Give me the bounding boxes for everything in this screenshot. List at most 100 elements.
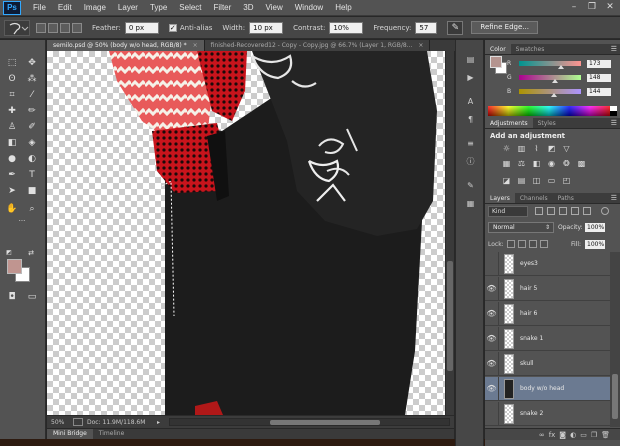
document-canvas[interactable] [47,51,445,415]
black-white-icon[interactable]: ◧ [531,159,542,169]
canvas-vertical-scrollbar[interactable] [445,51,454,415]
canvas-vertical-scroll-thumb[interactable] [447,261,453,371]
color-panel-fg-swatch[interactable] [490,56,502,68]
color-balance-icon[interactable]: ⚖ [516,159,527,169]
filter-shape-icon[interactable] [571,207,579,215]
blue-channel-slider[interactable] [519,89,581,97]
clone-stamp-tool-icon[interactable]: ♙ [4,120,20,135]
green-channel-value[interactable]: 148 [587,73,611,82]
layer-mask-icon[interactable]: ◙ [559,429,566,440]
color-lookup-icon[interactable]: ▩ [576,159,587,169]
lasso-tool-icon[interactable]: ʘ [4,72,20,87]
antialias-checkbox[interactable]: ✓ [168,23,177,32]
close-button[interactable]: ✕ [604,2,616,13]
quick-select-tool-icon[interactable]: ⁂ [24,72,40,87]
swap-colors-icon[interactable]: ⇄ [26,248,36,258]
filter-adjustment-icon[interactable] [547,207,555,215]
history-panel-icon[interactable]: ▤ [464,54,477,65]
dodge-tool-icon[interactable]: ◐ [24,152,40,167]
visibility-eye-icon[interactable]: 👁 [485,351,499,376]
layer-row[interactable]: 👁 hair 5 [485,276,610,301]
link-layers-icon[interactable]: ∞ [539,429,545,440]
rectangle-tool-icon[interactable]: ■ [24,184,40,199]
status-menu-arrow-icon[interactable]: ▸ [157,419,165,426]
close-tab-icon[interactable]: × [193,42,198,49]
more-tools-icon[interactable]: ··· [2,216,42,226]
red-channel-knob[interactable] [558,65,565,69]
spectrum-black-white[interactable] [610,106,617,116]
add-selection-icon[interactable] [48,22,58,33]
minimize-button[interactable]: – [568,2,580,13]
screen-mode-icon[interactable]: ▭ [24,290,40,305]
exposure-icon[interactable]: ◩ [546,144,557,154]
default-colors-icon[interactable]: ◩ [4,248,14,258]
blend-mode-select[interactable]: Normal ⇕ [488,222,554,233]
gradient-map-icon[interactable]: ▭ [546,176,557,186]
blue-channel-value[interactable]: 144 [587,87,611,96]
filter-pixel-icon[interactable] [535,207,543,215]
menu-view[interactable]: View [260,3,289,12]
frequency-input[interactable]: 57 [415,21,438,34]
tab-adjustments[interactable]: Adjustments [485,118,533,128]
refine-edge-button[interactable]: Refine Edge... [471,21,538,34]
menu-type[interactable]: Type [144,3,173,12]
brush-presets-icon[interactable]: ▦ [464,198,477,209]
tab-finished-recovered[interactable]: finished-Recovered12 - Copy - Copy.jpg @… [204,40,431,51]
menu-layer[interactable]: Layer [112,3,144,12]
new-layer-icon[interactable]: ❐ [591,429,597,440]
hue-saturation-icon[interactable]: ▦ [501,159,512,169]
red-channel-value[interactable]: 173 [587,59,611,68]
path-select-tool-icon[interactable]: ➤ [4,184,20,199]
canvas-horizontal-scroll-thumb[interactable] [270,420,380,425]
layer-style-icon[interactable]: fx [549,429,556,440]
tab-semilo-psd[interactable]: semilo.psd @ 50% (body w/o head, RGB/8) … [47,40,205,51]
tab-styles[interactable]: Styles [533,118,561,128]
pen-pressure-icon[interactable]: ✎ [447,20,464,35]
move-tool-icon[interactable]: ✥ [24,56,40,71]
blur-tool-icon[interactable]: ● [4,152,20,167]
levels-icon[interactable]: ▥ [516,144,527,154]
layers-panel-menu-icon[interactable]: ☰ [611,193,617,204]
layer-filter-kind[interactable]: Kind [488,206,528,217]
tab-channels[interactable]: Channels [515,193,553,203]
green-channel-knob[interactable] [551,79,558,83]
adjustments-panel-menu-icon[interactable]: ☰ [611,118,617,129]
history-brush-tool-icon[interactable]: ✐ [24,120,40,135]
opacity-input[interactable]: 100% [585,223,605,232]
posterize-icon[interactable]: ▤ [516,176,527,186]
character-panel-icon[interactable]: A [464,96,477,107]
tab-color[interactable]: Color [485,44,511,54]
layer-row[interactable]: snake 2 [485,401,610,426]
hand-tool-icon[interactable]: ✋ [4,202,20,217]
canvas-horizontal-scrollbar[interactable] [169,418,450,426]
adjustment-layer-icon[interactable]: ◐ [570,429,576,440]
menu-filter[interactable]: Filter [208,3,238,12]
layer-list-scroll-thumb[interactable] [612,374,618,419]
intersect-selection-icon[interactable] [72,22,82,33]
lock-all-icon[interactable] [539,240,548,248]
eyedropper-tool-icon[interactable]: ⁄ [24,88,40,103]
menu-edit[interactable]: Edit [52,3,78,12]
eraser-tool-icon[interactable]: ◧ [4,136,20,151]
visibility-eye-icon[interactable] [485,401,499,426]
tool-preset-picker[interactable] [4,19,30,36]
red-channel-slider[interactable] [519,61,581,69]
tab-mini-bridge[interactable]: Mini Bridge [47,429,93,439]
lock-transparent-icon[interactable] [506,240,515,248]
layer-row[interactable]: 👁 hair 6 [485,301,610,326]
threshold-icon[interactable]: ◫ [531,176,542,186]
visibility-eye-icon[interactable]: 👁 [485,376,499,401]
fill-input[interactable]: 100% [585,240,605,249]
quick-mask-icon[interactable]: ◘ [4,290,20,305]
tab-swatches[interactable]: Swatches [511,44,550,54]
menu-help[interactable]: Help [329,3,357,12]
paragraph-panel-icon[interactable]: ¶ [464,114,477,125]
layer-list-scrollbar[interactable] [610,252,620,427]
healing-brush-tool-icon[interactable]: ✚ [4,104,20,119]
selective-color-icon[interactable]: ◰ [561,176,572,186]
zoom-tool-icon[interactable]: ⌕ [24,202,40,217]
actions-panel-icon[interactable]: ▶ [464,72,477,83]
curves-icon[interactable]: ⌇ [531,144,542,154]
menu-image[interactable]: Image [78,3,112,12]
lock-position-icon[interactable] [528,240,537,248]
